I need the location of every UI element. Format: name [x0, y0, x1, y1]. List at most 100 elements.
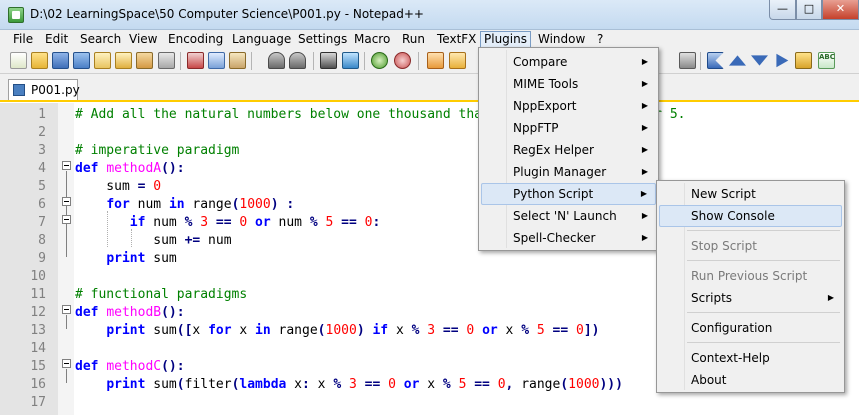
spell-check-icon[interactable]: ABC	[818, 52, 835, 69]
code-token: sum	[75, 233, 185, 248]
close-all-icon[interactable]	[115, 52, 132, 69]
menu-settings[interactable]: Settings	[295, 31, 350, 48]
print-preview-icon[interactable]	[158, 52, 175, 69]
menu-edit[interactable]: Edit	[42, 31, 71, 48]
menu-item-label: Python Script	[513, 187, 594, 201]
minimize-button[interactable]: —	[769, 0, 796, 20]
line-number: 1	[38, 107, 46, 122]
macro-down-icon[interactable]	[751, 55, 768, 66]
menu-help[interactable]: ?	[594, 31, 606, 48]
code-token: :	[372, 215, 381, 230]
menu-view[interactable]: View	[126, 31, 160, 48]
undo-icon[interactable]	[268, 52, 285, 69]
code-line[interactable]: 2	[0, 124, 859, 142]
open-file-icon[interactable]	[31, 52, 48, 69]
menu-bar: File Edit Search View Encoding Language …	[0, 30, 859, 48]
macro-up-icon[interactable]	[729, 55, 746, 66]
menu-encoding[interactable]: Encoding	[165, 31, 226, 48]
python-script-menu-item-context-help[interactable]: Context-Help	[659, 347, 842, 369]
code-token: if	[372, 323, 389, 338]
fold-toggle-methodC[interactable]	[62, 359, 71, 368]
close-icon[interactable]	[94, 52, 111, 69]
toolbar-separator	[700, 52, 701, 70]
code-token: 0	[497, 377, 506, 392]
fold-toggle-methodA[interactable]	[62, 161, 71, 170]
python-script-menu-item-scripts[interactable]: Scripts ▶	[659, 287, 842, 309]
code-token: ])	[583, 323, 600, 338]
code-token: :	[302, 377, 310, 392]
record-macro-icon[interactable]	[707, 52, 724, 69]
code-text: def methodC():	[75, 358, 185, 376]
redo-icon[interactable]	[289, 52, 306, 69]
replace-icon[interactable]	[342, 52, 359, 69]
find-icon[interactable]	[320, 52, 337, 69]
fold-toggle-if-block[interactable]	[62, 215, 71, 224]
paste-icon[interactable]	[229, 52, 246, 69]
plugins-menu-item-nppftp[interactable]: NppFTP ▶	[481, 117, 656, 139]
menu-language[interactable]: Language	[229, 31, 294, 48]
python-script-menu-item-new-script[interactable]: New Script	[659, 183, 842, 205]
play-macro-icon[interactable]	[776, 53, 789, 68]
save-macro-icon[interactable]	[795, 52, 812, 69]
submenu-arrow-icon: ▶	[641, 167, 648, 176]
code-line[interactable]: 3 # imperative paradigm	[0, 142, 859, 160]
menu-item-label: Configuration	[691, 321, 773, 335]
menu-window[interactable]: Window	[535, 31, 588, 48]
line-number: 8	[38, 233, 46, 248]
menu-file[interactable]: File	[10, 31, 36, 48]
code-line[interactable]: 1 # Add all the natural numbers below one…	[0, 106, 859, 124]
line-number: 4	[38, 161, 46, 176]
python-script-menu-item-about[interactable]: About	[659, 369, 842, 391]
copy-icon[interactable]	[208, 52, 225, 69]
code-token: sum	[145, 323, 177, 338]
menu-run[interactable]: Run	[399, 31, 428, 48]
code-token: # imperative paradigm	[75, 143, 240, 158]
plugins-menu-item-nppexport[interactable]: NppExport ▶	[481, 95, 656, 117]
zoom-in-icon[interactable]	[371, 52, 388, 69]
code-line[interactable]: 17	[0, 394, 859, 412]
python-script-menu-item-show-console[interactable]: Show Console	[659, 205, 842, 227]
cut-icon[interactable]	[187, 52, 204, 69]
code-token: range	[513, 377, 561, 392]
save-all-icon[interactable]	[73, 52, 90, 69]
tab-p001-py[interactable]: P001.py	[8, 79, 80, 100]
zoom-out-icon[interactable]	[394, 52, 411, 69]
new-file-icon[interactable]	[10, 52, 27, 69]
menu-textfx[interactable]: TextFX	[434, 31, 479, 48]
code-token: 1000	[325, 323, 357, 338]
maximize-button[interactable]: □	[796, 0, 822, 20]
plugins-menu-item-regex-helper[interactable]: RegEx Helper ▶	[481, 139, 656, 161]
menu-macro[interactable]: Macro	[351, 31, 393, 48]
menu-item-label: Context-Help	[691, 351, 770, 365]
code-token: for	[106, 197, 130, 212]
menu-plugins[interactable]: Plugins	[480, 31, 531, 48]
plugins-menu-item-python-script[interactable]: Python Script ▶	[481, 183, 656, 205]
show-all-chars-icon[interactable]	[679, 52, 696, 69]
fold-toggle-for-loop[interactable]	[62, 197, 71, 206]
word-wrap-icon[interactable]	[449, 52, 466, 69]
plugins-menu-item-select-n-launch[interactable]: Select 'N' Launch ▶	[481, 205, 656, 227]
menu-search[interactable]: Search	[77, 31, 124, 48]
code-token: x	[309, 377, 334, 392]
close-window-button[interactable]: ✕	[822, 0, 859, 20]
menu-item-label: NppFTP	[513, 121, 559, 135]
menu-item-label: MIME Tools	[513, 77, 579, 91]
plugins-menu-item-mime-tools[interactable]: MIME Tools ▶	[481, 73, 656, 95]
submenu-arrow-icon: ▶	[641, 145, 648, 154]
code-token: 3	[348, 377, 357, 392]
line-number: 17	[30, 395, 46, 410]
print-icon[interactable]	[136, 52, 153, 69]
code-line[interactable]: 4 def methodA():	[0, 160, 859, 178]
plugins-menu-item-compare[interactable]: Compare ▶	[481, 51, 656, 73]
fold-toggle-methodB[interactable]	[62, 305, 71, 314]
python-script-menu-item-configuration[interactable]: Configuration	[659, 317, 842, 339]
save-icon[interactable]	[52, 52, 69, 69]
plugins-menu-item-plugin-manager[interactable]: Plugin Manager ▶	[481, 161, 656, 183]
plugins-menu-item-spell-checker[interactable]: Spell-Checker ▶	[481, 227, 656, 249]
sync-scroll-icon[interactable]	[427, 52, 444, 69]
